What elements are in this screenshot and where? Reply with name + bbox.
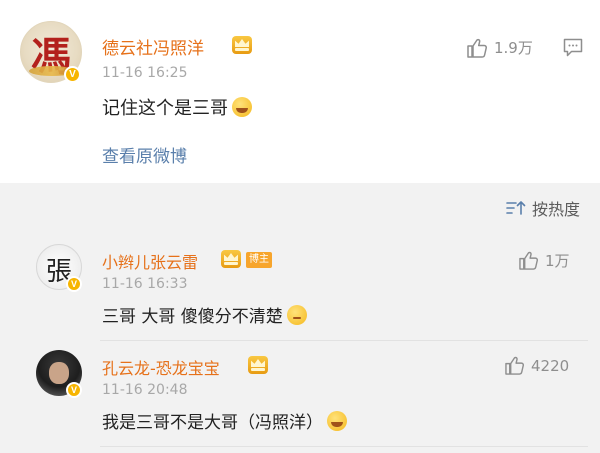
post-text-content: 记住这个是三哥 [102,98,228,119]
divider [100,446,588,447]
sort-by-hot-button[interactable]: 按热度 [506,196,580,220]
vip-crown-icon [232,36,252,54]
vip-crown-icon [221,250,241,268]
avatar-face [49,362,69,384]
post-like-button[interactable]: 1.9万 [466,37,533,58]
thumbs-up-icon [467,38,488,58]
laugh-cry-emoji-icon [232,97,252,117]
comment-like-count: 4220 [531,356,570,375]
comment-item: 張 V 小辫儿张云雷 博主 11-16 16:33 三哥 大哥 傻傻分不清楚 1… [0,230,600,340]
comment-time: 11-16 16:33 [102,276,188,292]
post-time: 11-16 16:25 [102,65,188,81]
thumbs-up-icon [519,251,539,270]
comment-item: V 孔云龙-恐龙宝宝 11-16 20:48 我是三哥不是大哥（冯照洋） 422… [0,342,600,453]
comment-like-button[interactable]: 4220 [504,356,569,375]
comment-icon[interactable] [563,38,583,57]
comment-text-content: 三哥 大哥 傻傻分不清楚 [102,307,283,327]
view-original-link[interactable]: 查看原微博 [102,142,187,167]
comment-like-count: 1万 [545,252,570,270]
verified-badge-icon: V [66,382,82,398]
divider [100,340,588,341]
sort-label: 按热度 [531,200,580,219]
post-author-name[interactable]: 德云社冯照洋 [102,34,204,59]
verified-badge-icon: V [66,276,82,292]
post-text: 记住这个是三哥 [102,94,252,120]
vip-crown-icon [248,356,268,374]
sort-icon [506,201,526,215]
commenter-name[interactable]: 小辫儿张云雷 [102,249,198,273]
post-like-count: 1.9万 [494,39,533,57]
verified-badge-icon: V [64,66,81,83]
comment-text-content: 我是三哥不是大哥（冯照洋） [102,413,323,433]
main-post: 馮 V 德云社冯照洋 11-16 16:25 记住这个是三哥 查看原微博 1.9… [0,0,600,183]
laugh-cry-emoji-icon [327,411,347,431]
comment-time: 11-16 20:48 [102,382,188,398]
thumbs-up-icon [505,356,525,375]
comment-text: 三哥 大哥 傻傻分不清楚 [102,302,307,327]
host-badge: 博主 [246,252,272,268]
commenter-name[interactable]: 孔云龙-恐龙宝宝 [102,355,220,379]
thinking-emoji-icon [286,305,307,325]
comment-like-button[interactable]: 1万 [518,250,570,271]
comment-text: 我是三哥不是大哥（冯照洋） [102,408,347,433]
